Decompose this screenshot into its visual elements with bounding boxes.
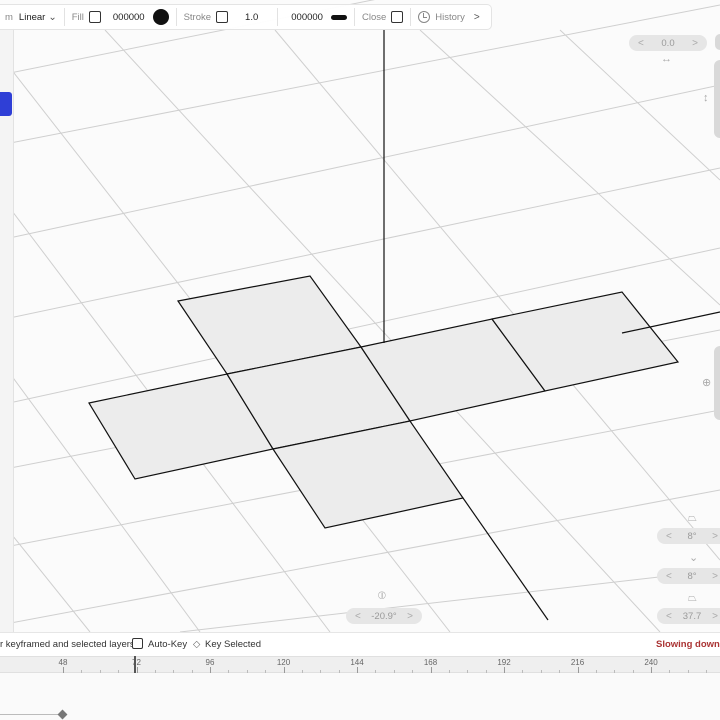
close-label: Close: [361, 11, 387, 23]
auto-key-label: Auto-Key: [148, 639, 188, 650]
rotate-x-icon: ⦶: [378, 590, 386, 602]
ruler-tick-label: 240: [644, 658, 658, 667]
fill-label: Fill: [71, 11, 84, 23]
chevron-right-icon[interactable]: >: [474, 12, 480, 23]
stroke-color-swatch[interactable]: [330, 14, 347, 20]
ruler-tick-label: 144: [350, 658, 364, 667]
rotate-y-icon: ⊕: [702, 377, 712, 389]
rotation-slider-panel[interactable]: [714, 346, 720, 420]
ruler-tick-label: 120: [276, 658, 291, 667]
fill-group: Fill 000000: [67, 5, 174, 29]
history-button[interactable]: History >: [413, 5, 484, 29]
divider: [353, 8, 355, 26]
close-group: Close: [357, 5, 408, 29]
layer-filter-label[interactable]: r keyframed and selected layers: [0, 639, 135, 650]
ruler-tick-label: 192: [497, 658, 511, 667]
decrement-icon[interactable]: <: [355, 611, 361, 622]
stroke-color-input[interactable]: 000000: [291, 12, 323, 23]
decrement-icon[interactable]: <: [638, 38, 644, 49]
rotation-x-value: -20.9°: [371, 610, 397, 622]
top-toolbar: m Linear ⌄ Fill 000000 Stroke 1.0 000000…: [0, 4, 492, 30]
perspective-2-value: 8°: [687, 570, 697, 582]
increment-icon[interactable]: >: [712, 611, 718, 622]
fill-color-input[interactable]: 000000: [113, 12, 145, 23]
mode-label: m: [5, 11, 13, 23]
clock-icon: [418, 11, 431, 23]
left-panel-edge: [0, 28, 14, 632]
divider: [63, 8, 65, 26]
pan-x-control[interactable]: < 0.0 >: [629, 35, 707, 51]
stroke-group: Stroke 1.0: [179, 5, 264, 29]
playhead[interactable]: [134, 656, 136, 673]
increment-icon[interactable]: >: [712, 571, 718, 582]
grid-line: [0, 84, 720, 241]
auto-key-checkbox[interactable]: [132, 638, 143, 649]
increment-icon[interactable]: >: [712, 531, 718, 542]
status-text: Slowing down: [656, 639, 720, 650]
ruler-tick-label: 168: [423, 658, 438, 667]
timeline-header: r keyframed and selected layers Auto-Key…: [0, 632, 720, 656]
decrement-icon[interactable]: <: [666, 611, 672, 622]
trapezoid-icon: ⏢: [688, 512, 697, 524]
vertical-slider-panel[interactable]: [714, 60, 720, 138]
divider: [410, 8, 412, 26]
horizontal-arrows-icon: ↔: [661, 53, 672, 65]
history-label: History: [435, 11, 465, 23]
canvas-viewport[interactable]: m Linear ⌄ Fill 000000 Stroke 1.0 000000…: [0, 0, 720, 632]
timeline-tracks[interactable]: [0, 673, 720, 720]
ruler-tick-label: 48: [58, 658, 68, 667]
3d-scene[interactable]: [0, 0, 720, 632]
track-line: [0, 714, 62, 715]
chevron-down-icon: ⌄: [48, 11, 57, 23]
fill-color-swatch[interactable]: [152, 9, 169, 25]
focal-length-value: 37.7: [682, 610, 702, 622]
timeline-ruler[interactable]: 48 72 96 120 144 168 192 216 240: [0, 656, 720, 673]
divider: [175, 8, 177, 26]
z-axis-line: [462, 497, 549, 621]
fill-checkbox[interactable]: [88, 11, 101, 23]
selected-tool-indicator[interactable]: [0, 92, 12, 116]
decrement-icon[interactable]: <: [666, 571, 672, 582]
interpolation-select[interactable]: Linear: [19, 12, 45, 23]
grid-line: [419, 29, 720, 306]
stroke-label: Stroke: [183, 11, 212, 23]
divider: [277, 8, 279, 26]
stroke-width-input[interactable]: 1.0: [245, 12, 258, 23]
perspective-control-2[interactable]: < 8° >: [657, 568, 720, 584]
camera-icon: ⏢: [688, 592, 697, 604]
perspective-1-value: 8°: [687, 530, 697, 542]
rotation-x-control[interactable]: < -20.9° >: [346, 608, 422, 624]
perspective-control-1[interactable]: < 8° >: [657, 528, 720, 544]
diamond-icon: ◇: [193, 639, 201, 650]
close-path-checkbox[interactable]: [391, 11, 404, 23]
stroke-checkbox[interactable]: [216, 11, 229, 23]
decrement-icon[interactable]: <: [666, 531, 672, 542]
grid-line: [179, 569, 720, 632]
interpolation-group[interactable]: m Linear ⌄: [0, 5, 62, 29]
right-panel-tab[interactable]: [715, 34, 720, 50]
increment-icon[interactable]: >: [407, 611, 413, 622]
chevron-down-icon: ⌄: [689, 552, 699, 564]
grid-line: [559, 29, 720, 181]
focal-length-control[interactable]: < 37.7 >: [657, 608, 720, 624]
increment-icon[interactable]: >: [692, 38, 698, 49]
vertical-arrows-icon: ↕: [703, 92, 709, 104]
key-selected-button[interactable]: Key Selected: [205, 639, 261, 650]
stroke-color-group: 000000: [280, 5, 352, 29]
pan-x-value: 0.0: [661, 37, 675, 49]
ruler-tick-label: 96: [205, 658, 215, 667]
ruler-tick-label: 216: [570, 658, 585, 667]
